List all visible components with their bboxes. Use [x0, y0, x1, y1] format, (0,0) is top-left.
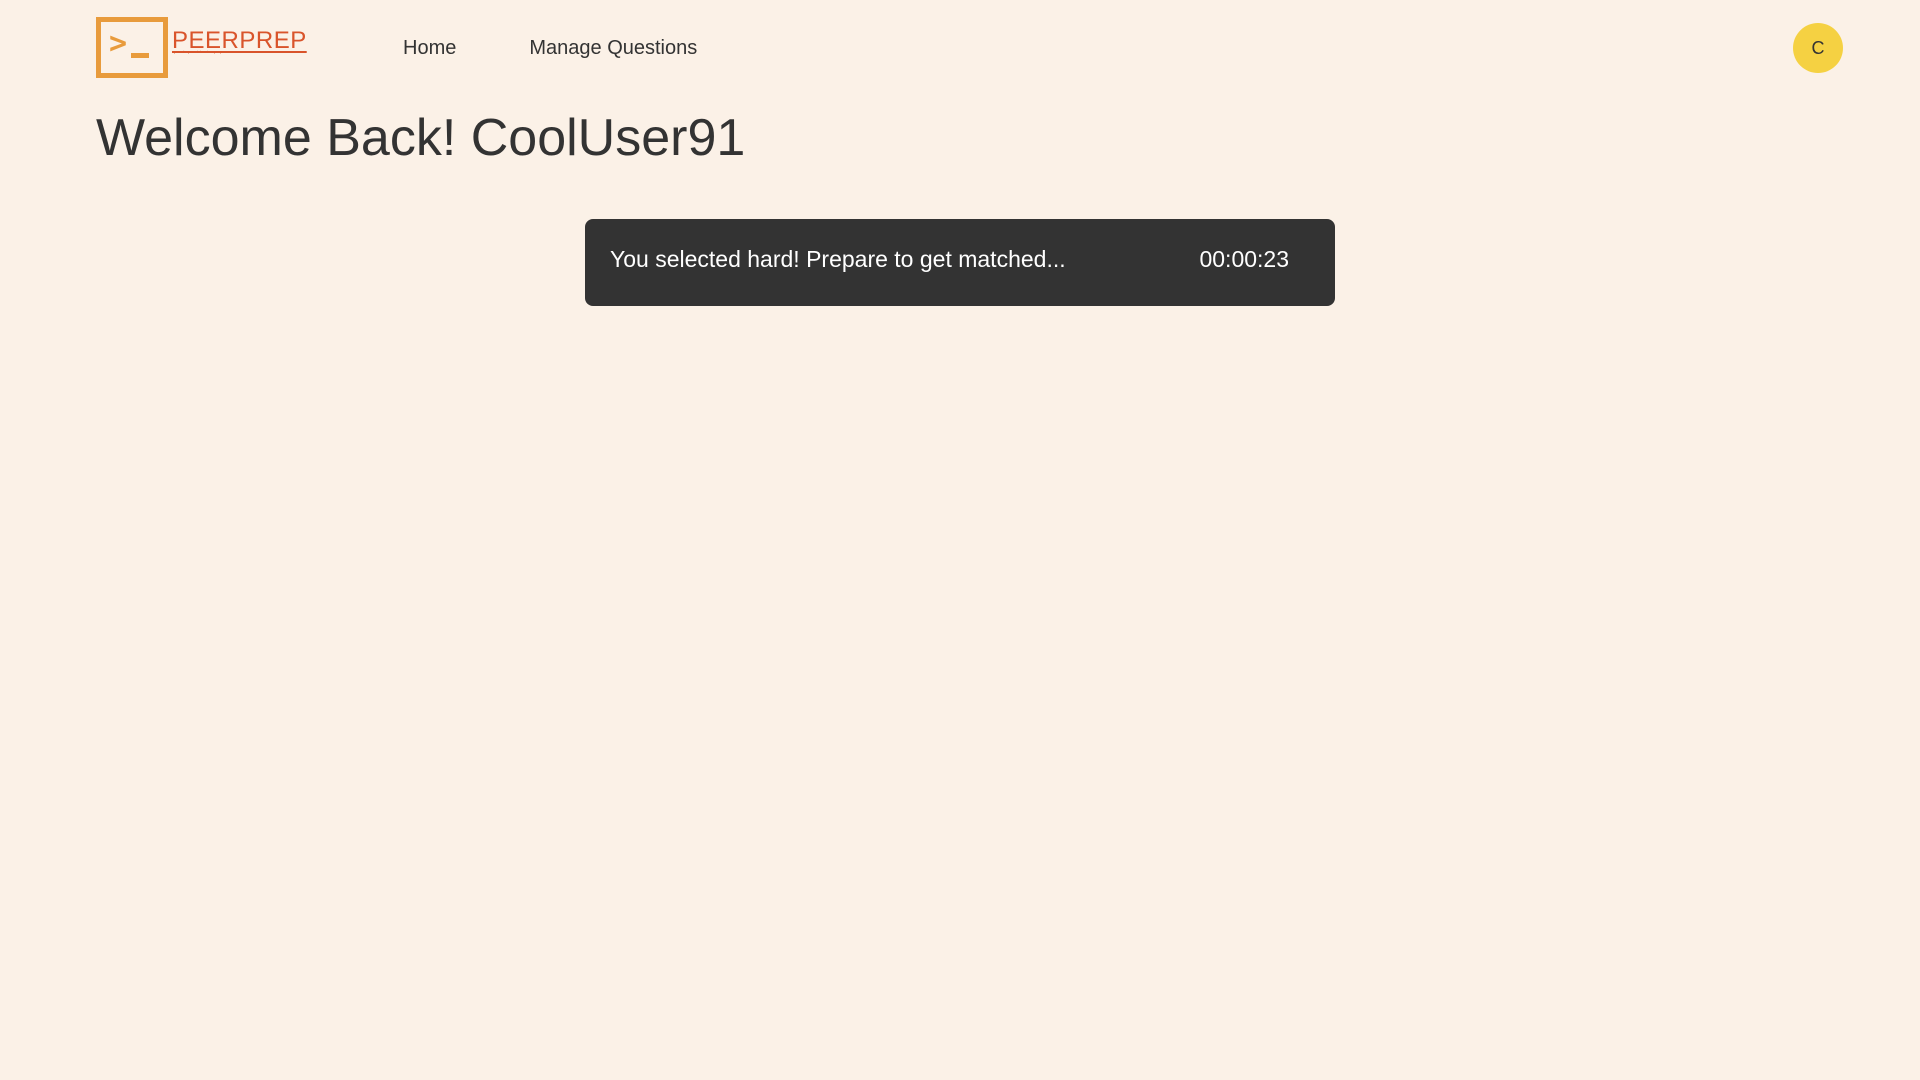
page: > PEERPREP peer-to-peer interview prep H… — [0, 0, 1920, 1080]
prompt-chevron-glyph: > — [109, 26, 128, 61]
matching-timer: 00:00:23 — [1199, 246, 1289, 272]
avatar-initial: C — [1811, 37, 1825, 58]
peerprep-logo-link[interactable]: > PEERPREP peer-to-peer interview prep — [96, 17, 307, 78]
nav-link-manage-questions[interactable]: Manage Questions — [529, 36, 697, 60]
user-avatar-button[interactable]: C — [1793, 23, 1843, 73]
nav-link-home[interactable]: Home — [403, 36, 456, 60]
terminal-prompt-icon: > — [96, 17, 168, 78]
matching-status-toast: You selected hard! Prepare to get matche… — [585, 219, 1335, 306]
logo-text: PEERPREP peer-to-peer interview prep — [172, 29, 307, 55]
prompt-cursor-glyph — [131, 53, 149, 58]
main-nav: Home Manage Questions — [403, 36, 697, 60]
brand-tagline: peer-to-peer interview prep — [174, 49, 223, 54]
welcome-heading: Welcome Back! CoolUser91 — [96, 109, 746, 167]
top-navigation-bar: > PEERPREP peer-to-peer interview prep H… — [0, 0, 1920, 96]
matching-message: You selected hard! Prepare to get matche… — [610, 246, 1066, 272]
